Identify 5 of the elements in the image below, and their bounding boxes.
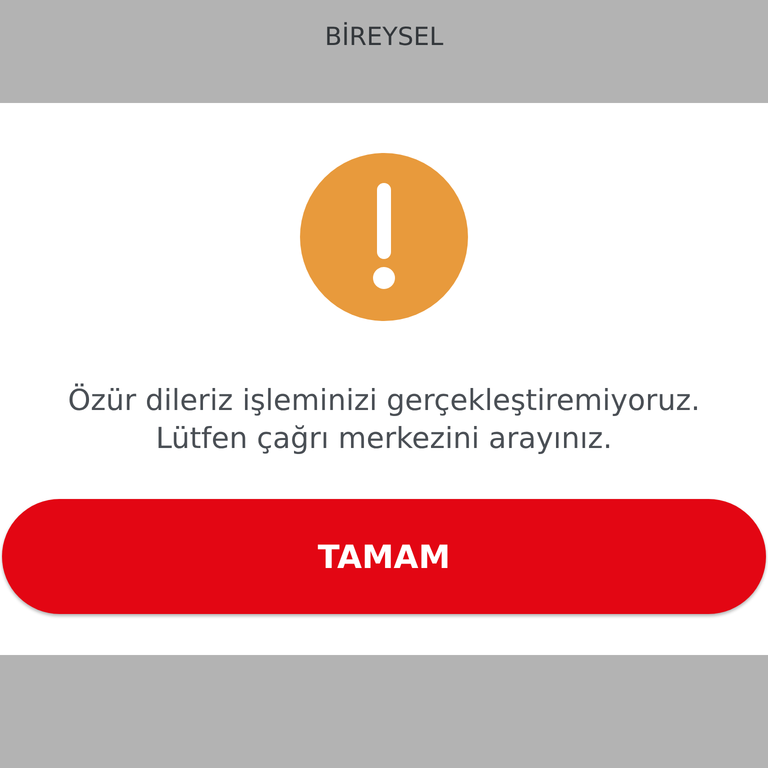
message-text: Özür dileriz işleminizi gerçekleştiremiyoruz. (68, 382, 700, 419)
account-type: BİREYSEL (324, 22, 444, 52)
ok-button[interactable]: TAMAM (2, 499, 766, 614)
warning-icon (300, 153, 468, 321)
message-text: Lütfen çağrı merkezini arayınız. (156, 420, 612, 457)
